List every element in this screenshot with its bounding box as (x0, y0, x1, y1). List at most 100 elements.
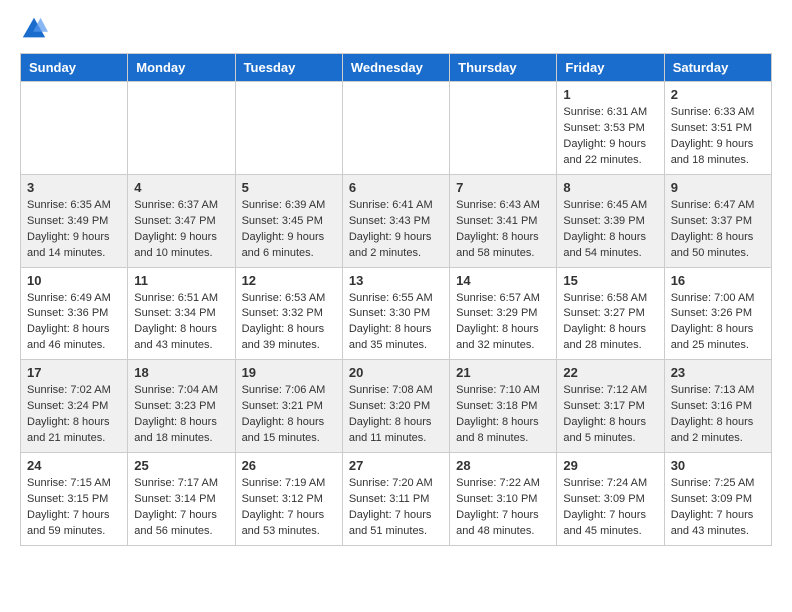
day-number: 22 (563, 365, 657, 380)
calendar-cell: 27 Sunrise: 7:20 AM Sunset: 3:11 PM Dayli… (342, 453, 449, 546)
calendar-cell: 14Sunrise: 6:57 AM Sunset: 3:29 PM Dayli… (450, 267, 557, 360)
calendar-week-1: 1 Sunrise: 6:31 AM Sunset: 3:53 PM Daylig… (21, 82, 772, 175)
day-number: 23 (671, 365, 765, 380)
calendar-header-row: SundayMondayTuesdayWednesdayThursdayFrid… (21, 54, 772, 82)
day-number: 6 (349, 180, 443, 195)
day-info: Sunrise: 6:51 AM Sunset: 3:34 PM Dayligh… (134, 291, 228, 355)
calendar-cell: 25 Sunrise: 7:17 AM Sunset: 3:14 PM Dayli… (128, 453, 235, 546)
calendar-cell: 1 Sunrise: 6:31 AM Sunset: 3:53 PM Daylig… (557, 82, 664, 175)
day-info: Sunrise: 6:43 AM Sunset: 3:41 PM Dayligh… (456, 198, 550, 262)
day-info: Sunrise: 7:20 AM Sunset: 3:11 PM Dayligh… (349, 476, 443, 540)
day-number: 9 (671, 180, 765, 195)
day-info: Sunrise: 6:37 AM Sunset: 3:47 PM Dayligh… (134, 198, 228, 262)
logo-icon (20, 15, 48, 43)
day-number: 5 (242, 180, 336, 195)
day-number: 25 (134, 458, 228, 473)
day-number: 15 (563, 273, 657, 288)
calendar-cell: 17 Sunrise: 7:02 AM Sunset: 3:24 PM Dayli… (21, 360, 128, 453)
day-info: Sunrise: 6:31 AM Sunset: 3:53 PM Dayligh… (563, 105, 657, 169)
calendar-cell: 30Sunrise: 7:25 AM Sunset: 3:09 PM Dayli… (664, 453, 771, 546)
calendar-week-2: 3 Sunrise: 6:35 AM Sunset: 3:49 PM Daylig… (21, 174, 772, 267)
day-number: 8 (563, 180, 657, 195)
calendar-cell: 12 Sunrise: 6:53 AM Sunset: 3:32 PM Dayli… (235, 267, 342, 360)
calendar-cell: 15Sunrise: 6:58 AM Sunset: 3:27 PM Dayli… (557, 267, 664, 360)
day-info: Sunrise: 7:08 AM Sunset: 3:20 PM Dayligh… (349, 383, 443, 447)
day-info: Sunrise: 7:10 AM Sunset: 3:18 PM Dayligh… (456, 383, 550, 447)
calendar-cell: 18 Sunrise: 7:04 AM Sunset: 3:23 PM Dayli… (128, 360, 235, 453)
day-info: Sunrise: 6:41 AM Sunset: 3:43 PM Dayligh… (349, 198, 443, 262)
day-number: 28 (456, 458, 550, 473)
calendar-header-sunday: Sunday (21, 54, 128, 82)
calendar-header-monday: Monday (128, 54, 235, 82)
calendar-cell: 19 Sunrise: 7:06 AM Sunset: 3:21 PM Dayli… (235, 360, 342, 453)
page-container: SundayMondayTuesdayWednesdayThursdayFrid… (0, 0, 792, 561)
calendar-cell (450, 82, 557, 175)
day-info: Sunrise: 6:45 AM Sunset: 3:39 PM Dayligh… (563, 198, 657, 262)
calendar-cell: 24 Sunrise: 7:15 AM Sunset: 3:15 PM Dayli… (21, 453, 128, 546)
day-number: 19 (242, 365, 336, 380)
day-number: 17 (27, 365, 121, 380)
page-header (20, 15, 772, 43)
day-info: Sunrise: 7:25 AM Sunset: 3:09 PM Dayligh… (671, 476, 765, 540)
calendar-cell: 11Sunrise: 6:51 AM Sunset: 3:34 PM Dayli… (128, 267, 235, 360)
day-info: Sunrise: 6:39 AM Sunset: 3:45 PM Dayligh… (242, 198, 336, 262)
calendar-cell: 6 Sunrise: 6:41 AM Sunset: 3:43 PM Daylig… (342, 174, 449, 267)
day-number: 4 (134, 180, 228, 195)
calendar-cell (128, 82, 235, 175)
day-info: Sunrise: 7:24 AM Sunset: 3:09 PM Dayligh… (563, 476, 657, 540)
day-info: Sunrise: 6:57 AM Sunset: 3:29 PM Dayligh… (456, 291, 550, 355)
day-number: 12 (242, 273, 336, 288)
calendar-cell (342, 82, 449, 175)
calendar-cell: 16 Sunrise: 7:00 AM Sunset: 3:26 PM Dayli… (664, 267, 771, 360)
day-info: Sunrise: 7:15 AM Sunset: 3:15 PM Dayligh… (27, 476, 121, 540)
calendar-header-friday: Friday (557, 54, 664, 82)
day-number: 29 (563, 458, 657, 473)
calendar-cell: 10Sunrise: 6:49 AM Sunset: 3:36 PM Dayli… (21, 267, 128, 360)
day-number: 2 (671, 87, 765, 102)
day-number: 24 (27, 458, 121, 473)
calendar-cell: 28Sunrise: 7:22 AM Sunset: 3:10 PM Dayli… (450, 453, 557, 546)
day-info: Sunrise: 6:35 AM Sunset: 3:49 PM Dayligh… (27, 198, 121, 262)
calendar-cell (235, 82, 342, 175)
day-number: 13 (349, 273, 443, 288)
day-info: Sunrise: 7:04 AM Sunset: 3:23 PM Dayligh… (134, 383, 228, 447)
calendar-header-tuesday: Tuesday (235, 54, 342, 82)
day-info: Sunrise: 7:13 AM Sunset: 3:16 PM Dayligh… (671, 383, 765, 447)
day-info: Sunrise: 7:17 AM Sunset: 3:14 PM Dayligh… (134, 476, 228, 540)
calendar-header-wednesday: Wednesday (342, 54, 449, 82)
calendar-cell: 7 Sunrise: 6:43 AM Sunset: 3:41 PM Daylig… (450, 174, 557, 267)
day-number: 27 (349, 458, 443, 473)
calendar-cell (21, 82, 128, 175)
day-info: Sunrise: 7:19 AM Sunset: 3:12 PM Dayligh… (242, 476, 336, 540)
logo (20, 15, 50, 43)
day-number: 16 (671, 273, 765, 288)
calendar-header-saturday: Saturday (664, 54, 771, 82)
calendar-cell: 9 Sunrise: 6:47 AM Sunset: 3:37 PM Daylig… (664, 174, 771, 267)
calendar-table: SundayMondayTuesdayWednesdayThursdayFrid… (20, 53, 772, 546)
calendar-week-4: 17 Sunrise: 7:02 AM Sunset: 3:24 PM Dayli… (21, 360, 772, 453)
day-info: Sunrise: 7:06 AM Sunset: 3:21 PM Dayligh… (242, 383, 336, 447)
day-info: Sunrise: 7:02 AM Sunset: 3:24 PM Dayligh… (27, 383, 121, 447)
day-number: 3 (27, 180, 121, 195)
day-number: 21 (456, 365, 550, 380)
day-info: Sunrise: 7:00 AM Sunset: 3:26 PM Dayligh… (671, 291, 765, 355)
calendar-cell: 2 Sunrise: 6:33 AM Sunset: 3:51 PM Daylig… (664, 82, 771, 175)
day-info: Sunrise: 6:53 AM Sunset: 3:32 PM Dayligh… (242, 291, 336, 355)
calendar-cell: 20 Sunrise: 7:08 AM Sunset: 3:20 PM Dayli… (342, 360, 449, 453)
day-number: 20 (349, 365, 443, 380)
day-number: 18 (134, 365, 228, 380)
calendar-cell: 3 Sunrise: 6:35 AM Sunset: 3:49 PM Daylig… (21, 174, 128, 267)
calendar-header-thursday: Thursday (450, 54, 557, 82)
calendar-cell: 13 Sunrise: 6:55 AM Sunset: 3:30 PM Dayli… (342, 267, 449, 360)
calendar-week-3: 10Sunrise: 6:49 AM Sunset: 3:36 PM Dayli… (21, 267, 772, 360)
day-info: Sunrise: 6:47 AM Sunset: 3:37 PM Dayligh… (671, 198, 765, 262)
calendar-cell: 21 Sunrise: 7:10 AM Sunset: 3:18 PM Dayli… (450, 360, 557, 453)
day-info: Sunrise: 6:33 AM Sunset: 3:51 PM Dayligh… (671, 105, 765, 169)
calendar-cell: 22Sunrise: 7:12 AM Sunset: 3:17 PM Dayli… (557, 360, 664, 453)
calendar-week-5: 24 Sunrise: 7:15 AM Sunset: 3:15 PM Dayli… (21, 453, 772, 546)
day-number: 26 (242, 458, 336, 473)
day-number: 7 (456, 180, 550, 195)
day-info: Sunrise: 6:55 AM Sunset: 3:30 PM Dayligh… (349, 291, 443, 355)
calendar-cell: 4 Sunrise: 6:37 AM Sunset: 3:47 PM Daylig… (128, 174, 235, 267)
day-number: 1 (563, 87, 657, 102)
